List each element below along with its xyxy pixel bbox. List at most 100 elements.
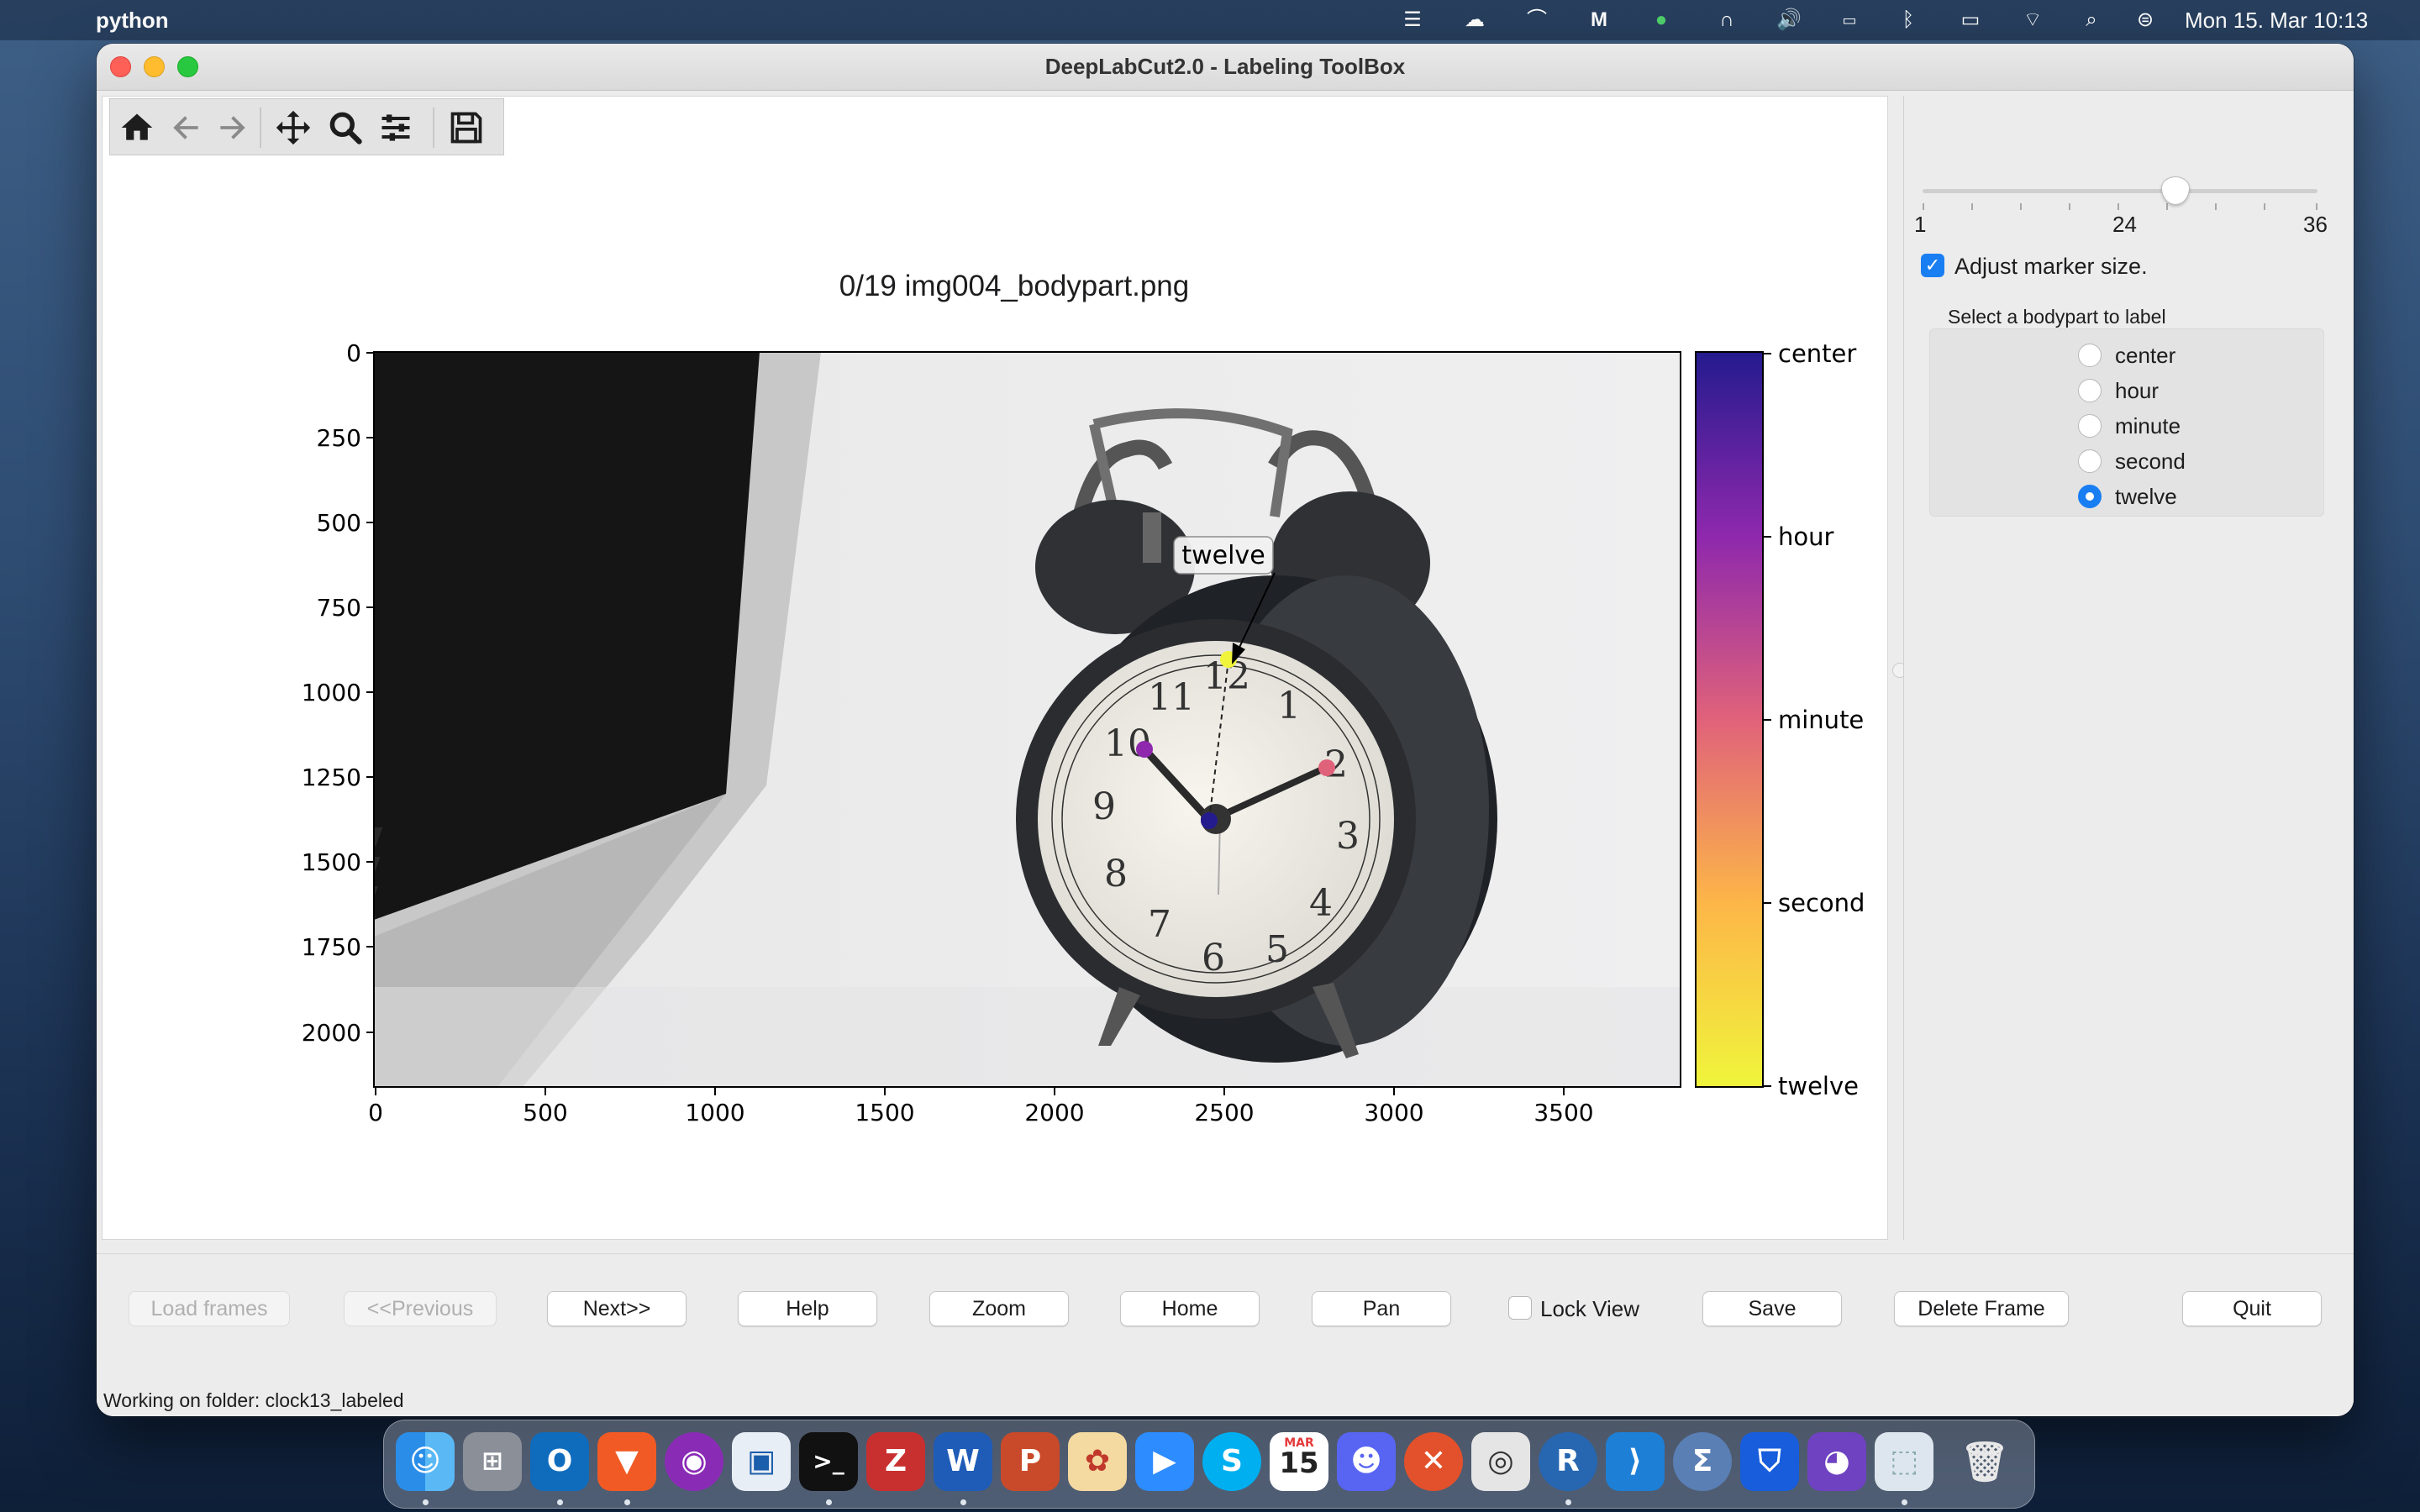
previous-button[interactable]: <<Previous bbox=[344, 1291, 497, 1326]
y-tick-label: 1000 bbox=[302, 679, 361, 706]
frame-image[interactable]: 12 1 2 3 4 5 6 7 8 9 10 11 bbox=[103, 352, 1681, 1087]
screenshot-icon[interactable]: ◎ bbox=[1471, 1432, 1530, 1491]
spotlight-search-icon[interactable]: ⌕ bbox=[2079, 8, 2104, 32]
svg-text:11: 11 bbox=[1148, 676, 1195, 719]
malwarebytes-icon[interactable]: M bbox=[1586, 8, 1612, 32]
svg-text:7: 7 bbox=[1148, 903, 1171, 946]
brave-browser-icon[interactable]: ▼ bbox=[597, 1432, 656, 1491]
annotation-label: twelve bbox=[1181, 541, 1265, 570]
x-tick-label: 1000 bbox=[685, 1099, 744, 1126]
slider-handle[interactable] bbox=[2161, 176, 2190, 205]
next-button[interactable]: Next>> bbox=[547, 1291, 687, 1326]
radio-label-minute: minute bbox=[2115, 413, 2181, 438]
side-panel: 1 24 36 ✓ Adjust marker size. Select a b… bbox=[1903, 96, 2349, 1240]
bodypart-radio-group: center hour minute second twelve bbox=[1929, 328, 2324, 517]
marker-center[interactable] bbox=[1201, 812, 1218, 829]
grammar-check-icon[interactable]: ● bbox=[1649, 8, 1674, 32]
finder-icon[interactable]: ☺ bbox=[396, 1432, 455, 1491]
paint-palette-icon[interactable]: ✿ bbox=[1068, 1432, 1127, 1491]
window-titlebar[interactable]: DeepLabCut2.0 - Labeling ToolBox bbox=[97, 44, 2354, 91]
save-button[interactable]: Save bbox=[1702, 1291, 1842, 1326]
button-bar: Load frames <<Previous Next>> Help Zoom … bbox=[97, 1253, 2354, 1403]
svg-text:9: 9 bbox=[1092, 785, 1116, 828]
running-indicator bbox=[624, 1499, 630, 1505]
menu-bar-clock[interactable]: Mon 15. Mar 10:13 bbox=[2185, 8, 2368, 34]
virtualbox-icon[interactable]: ▣ bbox=[732, 1432, 791, 1491]
radio-second[interactable] bbox=[2078, 449, 2102, 473]
text-format-icon[interactable]: ☰ bbox=[1400, 8, 1425, 32]
svg-text:4: 4 bbox=[1309, 882, 1333, 925]
slider-tick bbox=[1971, 203, 1973, 210]
zoom-video-icon[interactable]: ▶ bbox=[1135, 1432, 1194, 1491]
running-indicator bbox=[826, 1499, 832, 1505]
python-app-icon[interactable]: ⬚ bbox=[1875, 1432, 1933, 1491]
x-tick-label: 2000 bbox=[1024, 1099, 1084, 1126]
delete-frame-button[interactable]: Delete Frame bbox=[1894, 1291, 2069, 1326]
vscode-icon[interactable]: ⟩ bbox=[1606, 1432, 1665, 1491]
radio-label-center: center bbox=[2115, 343, 2176, 368]
plot-figure[interactable]: 12 1 2 3 4 5 6 7 8 9 10 11 twelve 0 250 … bbox=[103, 97, 1887, 1239]
terminal-icon[interactable]: >_ bbox=[799, 1432, 858, 1491]
radio-minute[interactable] bbox=[2078, 414, 2102, 438]
zoom-button[interactable]: Zoom bbox=[929, 1291, 1069, 1326]
adjust-marker-checkbox[interactable]: ✓ bbox=[1921, 254, 1944, 277]
zotero-icon[interactable]: Z bbox=[866, 1432, 925, 1491]
control-center-icon[interactable]: ⊜ bbox=[2133, 8, 2158, 32]
cloud-sync-icon[interactable]: ☁ bbox=[1462, 8, 1487, 32]
window-title: DeepLabCut2.0 - Labeling ToolBox bbox=[1044, 54, 1406, 79]
active-app-name[interactable]: python bbox=[96, 8, 169, 34]
svg-text:5: 5 bbox=[1265, 928, 1289, 971]
radio-twelve[interactable] bbox=[2078, 485, 2102, 508]
help-button[interactable]: Help bbox=[738, 1291, 877, 1326]
podcasts-icon[interactable]: ◉ bbox=[665, 1432, 723, 1491]
quit-button[interactable]: Quit bbox=[2182, 1291, 2322, 1326]
svg-text:6: 6 bbox=[1202, 937, 1225, 979]
plot-canvas[interactable]: 0/19 img004_bodypart.png 12 1 2 3 4 5 6 … bbox=[102, 96, 1888, 1240]
y-tick-label: 750 bbox=[317, 594, 361, 622]
colorbar-label: twelve bbox=[1778, 1072, 1859, 1100]
load-frames-button[interactable]: Load frames bbox=[129, 1291, 290, 1326]
radio-center[interactable] bbox=[2078, 344, 2102, 367]
launchpad-icon[interactable]: ⊞ bbox=[463, 1432, 522, 1491]
word-icon[interactable]: W bbox=[934, 1432, 992, 1491]
marker-second[interactable] bbox=[1318, 759, 1335, 776]
powerpoint-icon[interactable]: P bbox=[1001, 1432, 1060, 1491]
x-tick-label: 1500 bbox=[855, 1099, 914, 1126]
battery-icon[interactable]: ▭ bbox=[1951, 8, 1990, 32]
calendar-icon[interactable]: MAR 15 bbox=[1270, 1432, 1328, 1491]
lock-view-checkbox[interactable] bbox=[1508, 1296, 1532, 1320]
discord-icon[interactable]: ☻ bbox=[1337, 1432, 1396, 1491]
y-tick-label: 500 bbox=[317, 509, 361, 537]
keyboard-input-icon[interactable]: ▭ bbox=[1837, 8, 1862, 32]
radio-label-second: second bbox=[2115, 449, 2186, 474]
y-tick-label: 0 bbox=[346, 339, 361, 367]
slider-track[interactable] bbox=[1923, 189, 2317, 193]
r-language-icon[interactable]: R bbox=[1539, 1432, 1597, 1491]
slider-tick bbox=[2264, 203, 2265, 210]
skype-icon[interactable]: S bbox=[1202, 1432, 1261, 1491]
pan-button[interactable]: Pan bbox=[1312, 1291, 1451, 1326]
home-button[interactable]: Home bbox=[1120, 1291, 1260, 1326]
arc-icon[interactable]: ⌒ bbox=[1524, 8, 1549, 32]
marker-hour[interactable] bbox=[1136, 741, 1153, 758]
wifi-icon[interactable]: ⌔ bbox=[2020, 8, 2045, 32]
svg-text:1: 1 bbox=[1277, 685, 1301, 727]
y-tick-label: 1750 bbox=[302, 933, 361, 961]
bitwarden-icon[interactable]: ⛉ bbox=[1740, 1432, 1799, 1491]
slider-mid-label: 24 bbox=[2112, 212, 2137, 237]
running-indicator bbox=[960, 1499, 966, 1505]
vpn-icon[interactable]: ∩ bbox=[1714, 8, 1739, 32]
slider-tick bbox=[2215, 203, 2217, 210]
bluetooth-icon[interactable]: ᛒ bbox=[1896, 8, 1921, 32]
trash-icon[interactable]: 🗑 bbox=[1955, 1432, 2014, 1491]
x-tick-label: 500 bbox=[523, 1099, 567, 1126]
outlook-icon[interactable]: O bbox=[530, 1432, 589, 1491]
remote-desktop-icon[interactable]: ✕ bbox=[1404, 1432, 1463, 1491]
y-axis: 0 250 500 750 1000 1250 1500 1750 2000 bbox=[302, 339, 374, 1047]
volume-icon[interactable]: 🔊 bbox=[1776, 8, 1802, 32]
colorbar-labels: center hour minute second twelve bbox=[1763, 339, 1865, 1100]
running-indicator bbox=[557, 1499, 563, 1505]
github-desktop-icon[interactable]: ◕ bbox=[1807, 1432, 1866, 1491]
calculator-sigma-icon[interactable]: Σ bbox=[1673, 1432, 1732, 1491]
radio-hour[interactable] bbox=[2078, 379, 2102, 402]
